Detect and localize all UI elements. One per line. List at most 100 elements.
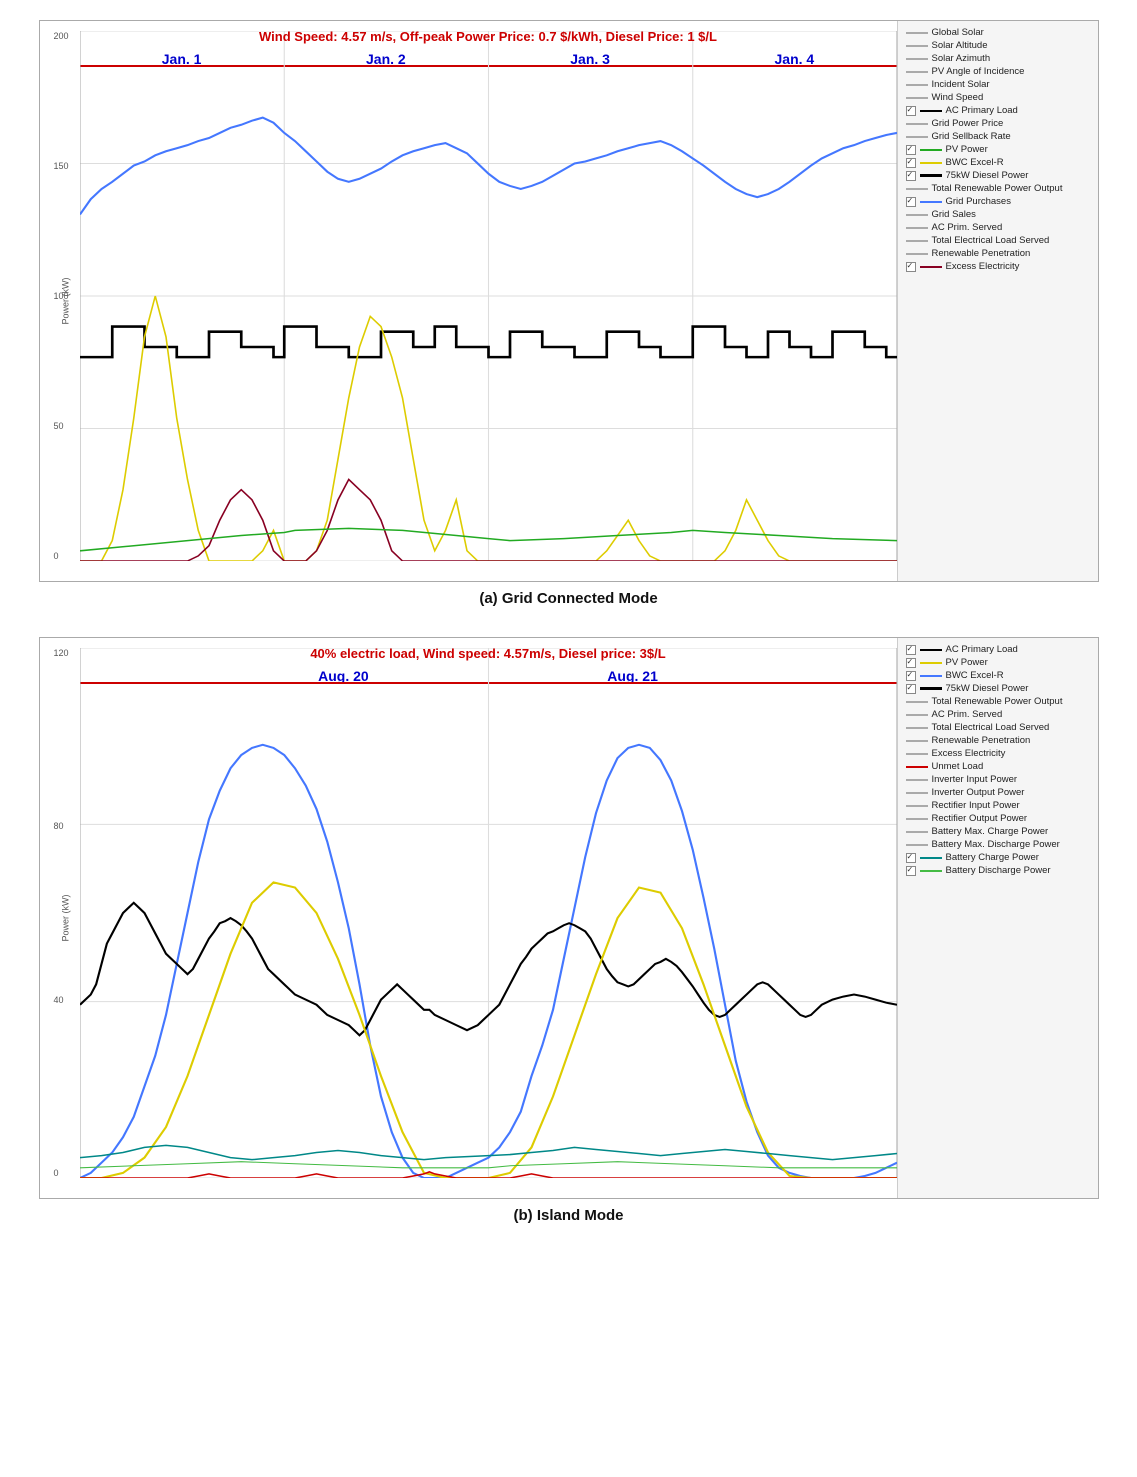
legend-line-solar-azimuth (906, 58, 928, 60)
chart-b-y-label: Power (kW) (60, 895, 70, 942)
b-line-unmet-load (906, 766, 928, 768)
legend-check-bwc[interactable] (906, 158, 916, 168)
legend-global-solar: Global Solar (906, 27, 1090, 38)
legend-incident-solar: Incident Solar (906, 79, 1090, 90)
b-check-pv-power[interactable] (906, 658, 916, 668)
legend-line-grid-purchases (920, 201, 942, 203)
b-check-ac-primary[interactable] (906, 645, 916, 655)
legend-line-pv-angle (906, 71, 928, 73)
y-tick-0: 0 (54, 551, 59, 561)
legend-bwc-excel-r: BWC Excel-R (906, 157, 1090, 168)
chart-a-y-label: Power (kW) (60, 278, 70, 325)
legend-label-pv-power: PV Power (946, 144, 988, 155)
legend-line-grid-sellback (906, 136, 928, 138)
legend-line-grid-power-price (906, 123, 928, 125)
legend-total-renewable: Total Renewable Power Output (906, 183, 1090, 194)
y-tick-150: 150 (54, 161, 69, 171)
b-legend-batt-max-charge: Battery Max. Charge Power (906, 826, 1090, 837)
chart-b-plot-area: 40% electric load, Wind speed: 4.57m/s, … (40, 638, 898, 1198)
chart-a-plot-area: Wind Speed: 4.57 m/s, Off-peak Power Pri… (40, 21, 898, 581)
legend-renewable-penetration: Renewable Penetration (906, 248, 1090, 259)
legend-total-elec-load: Total Electrical Load Served (906, 235, 1090, 246)
b-label-total-renew: Total Renewable Power Output (932, 696, 1063, 707)
legend-line-wind-speed (906, 97, 928, 99)
legend-solar-altitude: Solar Altitude (906, 40, 1090, 51)
b-legend-excess: Excess Electricity (906, 748, 1090, 759)
b-legend-inverter-output: Inverter Output Power (906, 787, 1090, 798)
legend-line-global-solar (906, 32, 928, 34)
b-label-rectifier-input: Rectifier Input Power (932, 800, 1020, 811)
legend-label-total-renewable: Total Renewable Power Output (932, 183, 1063, 194)
b-label-bwc: BWC Excel-R (946, 670, 1004, 681)
b-legend-ren-penetration: Renewable Penetration (906, 735, 1090, 746)
chart-a-title: Wind Speed: 4.57 m/s, Off-peak Power Pri… (90, 29, 887, 44)
b-check-bwc[interactable] (906, 671, 916, 681)
y-tick-100: 100 (54, 291, 69, 301)
b-line-diesel (920, 687, 942, 690)
chart-b-caption: (b) Island Mode (39, 1207, 1099, 1224)
b-line-rectifier-output (906, 818, 928, 820)
b-y-tick-40: 40 (54, 995, 64, 1005)
b-check-batt-discharge[interactable] (906, 866, 916, 876)
b-line-ac-prim-served (906, 714, 928, 716)
legend-check-diesel[interactable] (906, 171, 916, 181)
b-line-batt-max-charge (906, 831, 928, 833)
legend-line-solar-altitude (906, 45, 928, 47)
legend-line-ren-penetration (906, 253, 928, 255)
legend-label-excess: Excess Electricity (946, 261, 1020, 272)
legend-label-pv-angle: PV Angle of Incidence (932, 66, 1025, 77)
legend-label-incident-solar: Incident Solar (932, 79, 990, 90)
chart-b-wrapper: 40% electric load, Wind speed: 4.57m/s, … (39, 637, 1099, 1199)
legend-line-ac-prim-served (906, 227, 928, 229)
b-legend-pv-power: PV Power (906, 657, 1090, 668)
b-label-batt-max-charge: Battery Max. Charge Power (932, 826, 1049, 837)
legend-line-diesel (920, 174, 942, 177)
b-y-tick-0: 0 (54, 1168, 59, 1178)
legend-solar-azimuth: Solar Azimuth (906, 53, 1090, 64)
legend-check-ac-primary-load[interactable] (906, 106, 916, 116)
y-tick-200: 200 (54, 31, 69, 41)
b-y-tick-120: 120 (54, 648, 69, 658)
legend-wind-speed: Wind Speed (906, 92, 1090, 103)
legend-label-total-elec: Total Electrical Load Served (932, 235, 1050, 246)
chart-b-svg: Aug 20 Aug 21 Aug 22 (80, 648, 897, 1178)
legend-label-global-solar: Global Solar (932, 27, 984, 38)
chart-a-caption: (a) Grid Connected Mode (39, 590, 1099, 607)
b-label-batt-discharge: Battery Discharge Power (946, 865, 1051, 876)
b-legend-total-renew: Total Renewable Power Output (906, 696, 1090, 707)
legend-ac-prim-served: AC Prim. Served (906, 222, 1090, 233)
b-line-rectifier-input (906, 805, 928, 807)
legend-line-bwc (920, 162, 942, 164)
legend-check-grid-purchases[interactable] (906, 197, 916, 207)
chart-b-legend: AC Primary Load PV Power BWC Excel-R 75k… (898, 638, 1098, 1198)
legend-grid-purchases: Grid Purchases (906, 196, 1090, 207)
legend-excess-electricity: Excess Electricity (906, 261, 1090, 272)
legend-check-excess[interactable] (906, 262, 916, 272)
b-label-ac-primary: AC Primary Load (946, 644, 1018, 655)
legend-label-grid-purchases: Grid Purchases (946, 196, 1011, 207)
b-check-batt-charge[interactable] (906, 853, 916, 863)
chart-a-wrapper: Wind Speed: 4.57 m/s, Off-peak Power Pri… (39, 20, 1099, 582)
b-legend-batt-max-discharge: Battery Max. Discharge Power (906, 839, 1090, 850)
legend-grid-sales: Grid Sales (906, 209, 1090, 220)
legend-check-pv-power[interactable] (906, 145, 916, 155)
b-check-diesel[interactable] (906, 684, 916, 694)
legend-label-solar-azimuth: Solar Azimuth (932, 53, 991, 64)
b-label-batt-charge: Battery Charge Power (946, 852, 1039, 863)
legend-line-ac-primary-load (920, 110, 942, 112)
b-line-batt-discharge (920, 870, 942, 872)
b-line-batt-charge (920, 857, 942, 859)
b-legend-total-elec: Total Electrical Load Served (906, 722, 1090, 733)
b-line-total-renew (906, 701, 928, 703)
b-label-rectifier-output: Rectifier Output Power (932, 813, 1028, 824)
legend-line-total-renewable (906, 188, 928, 190)
legend-pv-power: PV Power (906, 144, 1090, 155)
legend-ac-primary-load: AC Primary Load (906, 105, 1090, 116)
b-line-inverter-input (906, 779, 928, 781)
b-legend-bwc: BWC Excel-R (906, 670, 1090, 681)
b-label-diesel: 75kW Diesel Power (946, 683, 1029, 694)
b-legend-ac-primary: AC Primary Load (906, 644, 1090, 655)
legend-line-pv-power (920, 149, 942, 151)
legend-diesel-power: 75kW Diesel Power (906, 170, 1090, 181)
b-legend-ac-prim-served: AC Prim. Served (906, 709, 1090, 720)
